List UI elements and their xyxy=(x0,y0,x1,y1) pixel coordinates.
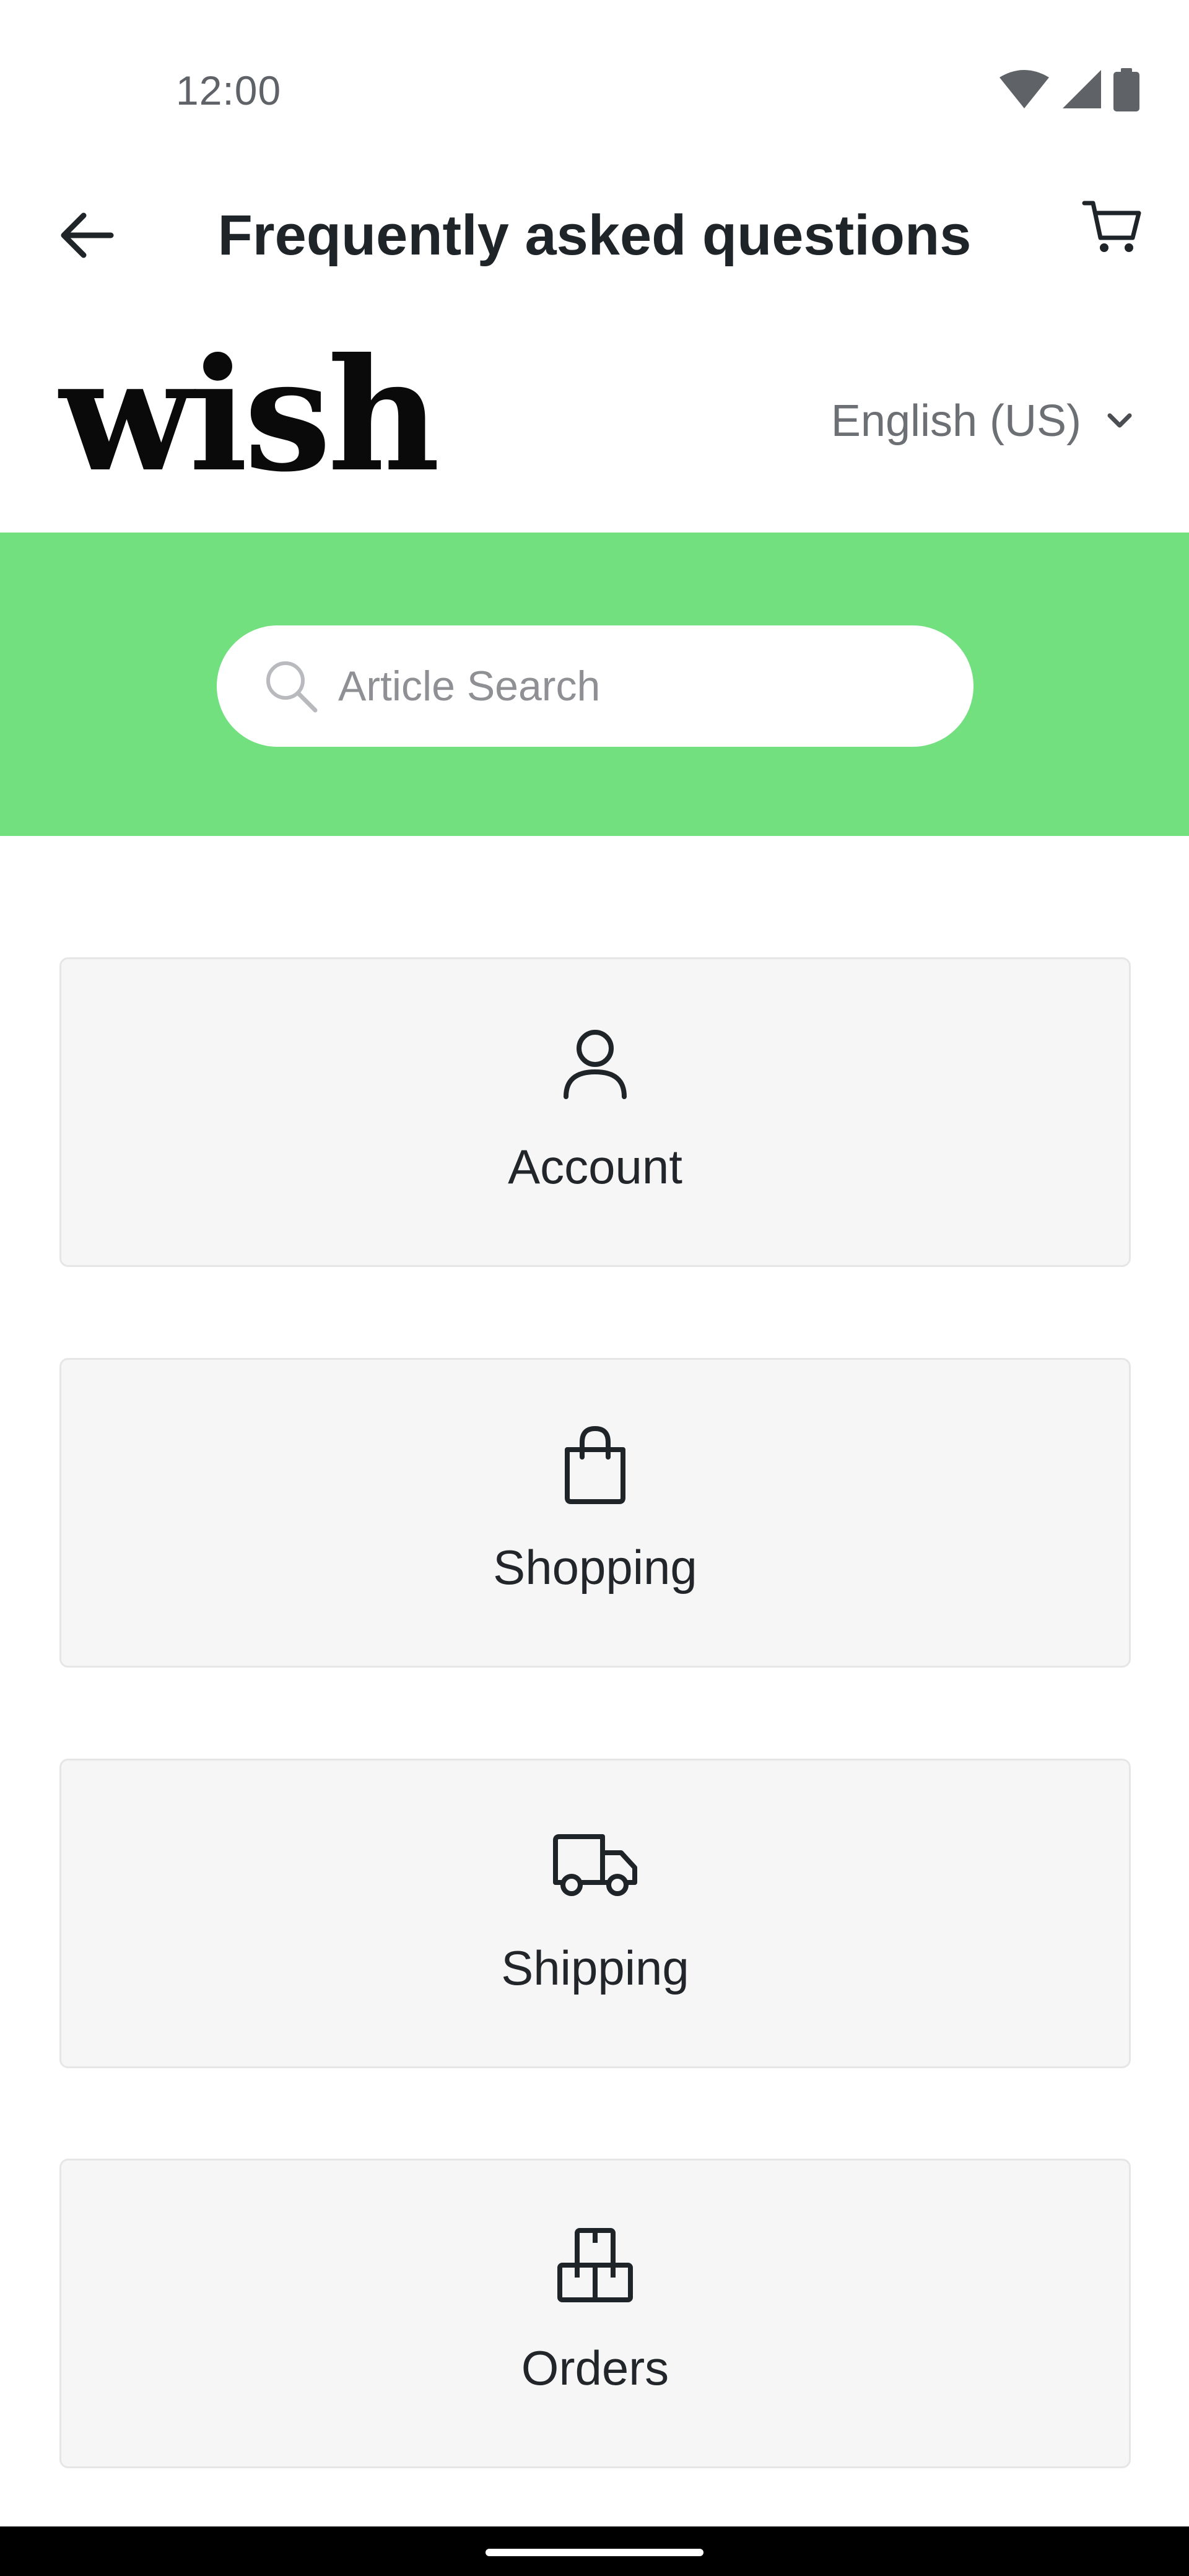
article-search-input[interactable] xyxy=(337,661,894,711)
battery-icon xyxy=(1113,68,1139,111)
search-banner xyxy=(0,533,1189,836)
person-icon xyxy=(564,1030,627,1099)
cart-button[interactable] xyxy=(1071,187,1152,268)
cellular-signal-icon xyxy=(1063,70,1101,108)
status-icons xyxy=(1000,68,1139,111)
app-bar: Frequently asked questions xyxy=(0,161,1189,310)
card-icon xyxy=(61,1021,1129,1108)
chevron-down-icon xyxy=(1107,413,1132,428)
package-icon xyxy=(557,2228,633,2302)
search-box[interactable] xyxy=(217,625,973,747)
page-title: Frequently asked questions xyxy=(217,204,972,267)
search-icon xyxy=(266,661,318,713)
faq-screen: 12:00 Frequently asked questions wish En… xyxy=(0,0,1189,2576)
system-navigation-bar xyxy=(0,2526,1189,2576)
status-time: 12:00 xyxy=(176,67,282,113)
home-indicator[interactable] xyxy=(486,2549,703,2556)
search-icon-wrap xyxy=(260,655,322,717)
shopping-bag-icon xyxy=(565,1425,625,1504)
category-label: Orders xyxy=(521,2341,669,2395)
language-selector[interactable]: English (US) xyxy=(831,390,1133,452)
card-icon xyxy=(61,2222,1129,2309)
shopping-cart-icon xyxy=(1082,201,1141,252)
category-label: Shopping xyxy=(493,1540,697,1595)
truck-icon xyxy=(553,1834,637,1896)
category-card-shipping[interactable]: Shipping xyxy=(59,1759,1131,2068)
language-label: English (US) xyxy=(830,396,1081,446)
brand-row: wish English (US) xyxy=(0,337,1189,495)
card-icon xyxy=(61,1422,1129,1508)
category-label: Account xyxy=(508,1139,682,1194)
category-label: Shipping xyxy=(501,1941,689,1995)
wish-logo[interactable]: wish xyxy=(59,337,440,492)
category-card-shopping[interactable]: Shopping xyxy=(59,1358,1131,1668)
category-card-account[interactable]: Account xyxy=(59,957,1131,1267)
card-icon xyxy=(61,1822,1129,1909)
wifi-icon xyxy=(1000,70,1049,108)
category-card-orders[interactable]: Orders xyxy=(59,2159,1131,2468)
status-bar: 12:00 xyxy=(0,0,1189,161)
